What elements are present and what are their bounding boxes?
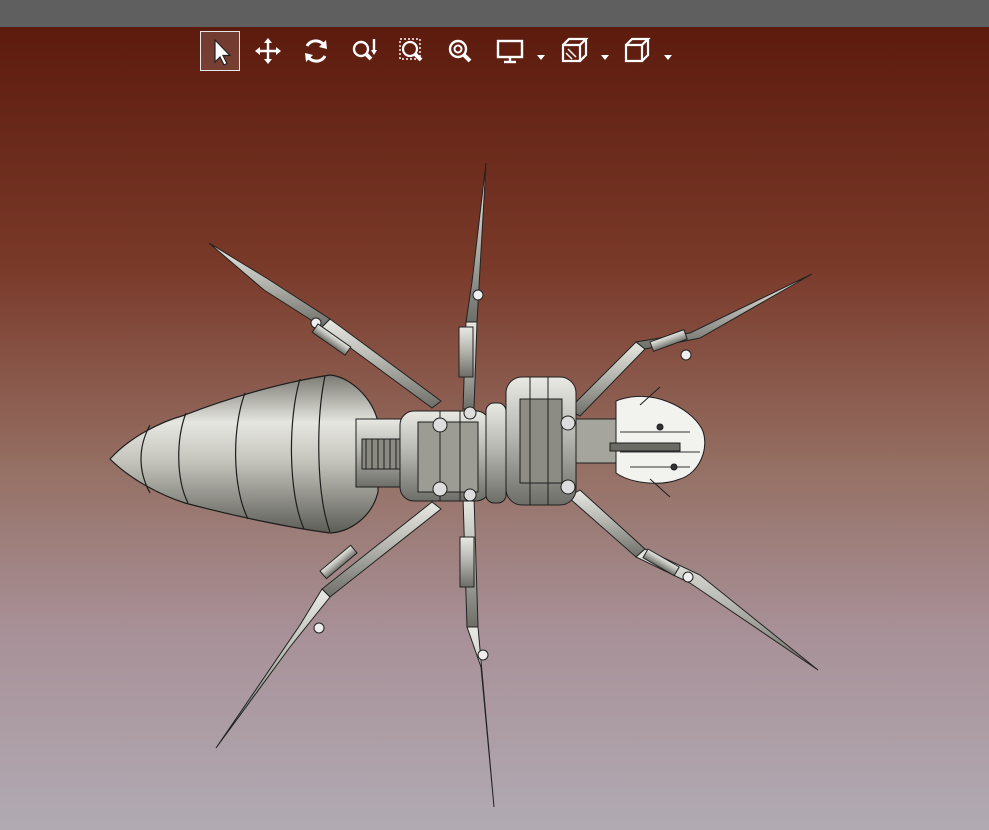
cad-viewer-window (0, 0, 989, 830)
cube-view-icon (624, 37, 651, 63)
chevron-down-icon (601, 55, 609, 60)
spider-head (575, 386, 706, 498)
zoom-fit-icon (448, 39, 472, 63)
chevron-down-icon (537, 55, 545, 60)
spider-abdomen (109, 374, 379, 534)
chevron-down-icon (664, 55, 672, 60)
zoom-window-button[interactable] (392, 31, 432, 71)
select-button[interactable] (200, 31, 240, 71)
display-mode-dropdown[interactable] (536, 47, 546, 60)
zoom-button[interactable] (344, 31, 384, 71)
section-dropdown[interactable] (600, 47, 610, 60)
spider-model[interactable] (0, 27, 989, 830)
rotate-icon (305, 39, 327, 63)
section-cut-icon (561, 37, 589, 63)
pan-button[interactable] (248, 31, 288, 71)
monitor-icon (496, 39, 524, 64)
rotate-button[interactable] (296, 31, 336, 71)
view-orientation-dropdown[interactable] (663, 47, 673, 60)
display-mode-button[interactable] (490, 31, 530, 71)
zoom-in-out-icon (352, 39, 377, 61)
pan-move-icon (255, 38, 281, 64)
title-bar (0, 0, 989, 27)
zoom-window-icon (399, 38, 423, 62)
zoom-fit-button[interactable] (440, 31, 480, 71)
section-button[interactable] (554, 31, 594, 71)
select-arrow-icon (214, 38, 232, 66)
view-toolbar (199, 31, 679, 71)
view-orientation-button[interactable] (617, 31, 657, 71)
